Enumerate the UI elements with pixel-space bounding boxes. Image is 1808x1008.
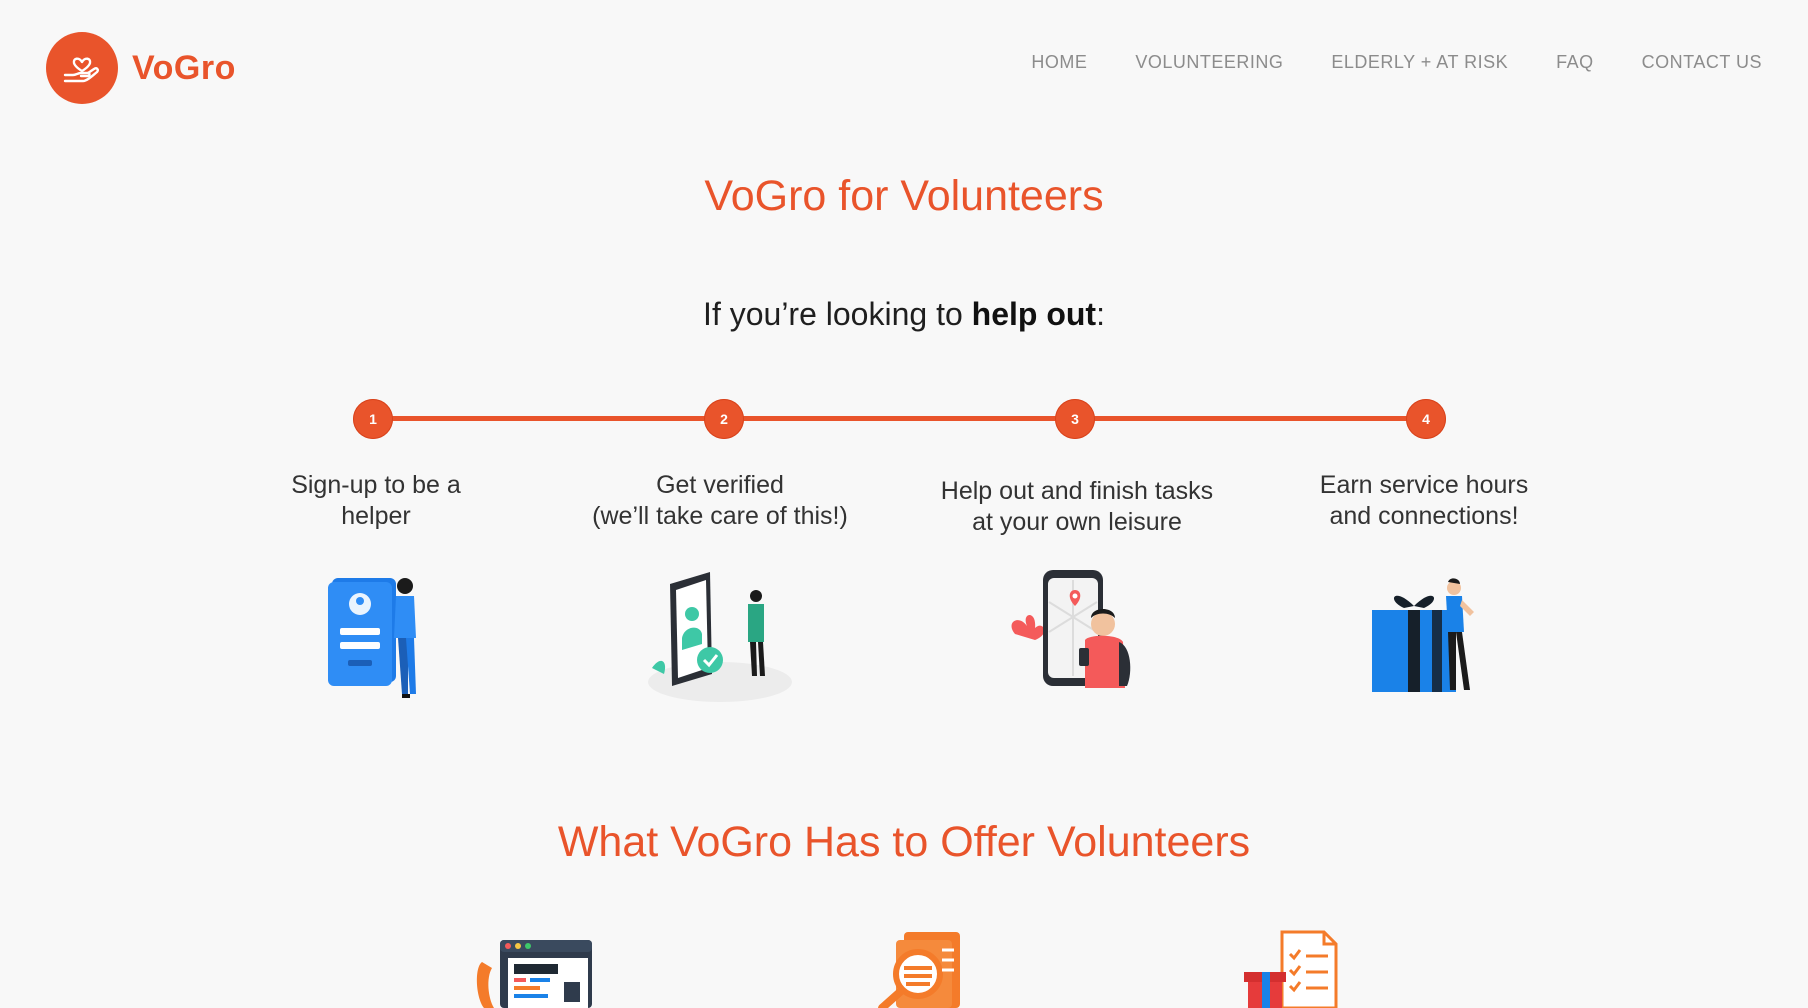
intro-suffix: : (1096, 296, 1105, 332)
step-4-badge: 4 (1406, 399, 1446, 439)
gift-illustration (1372, 578, 1474, 692)
verified-illustration (648, 572, 792, 702)
step-4-line1: Earn service hours (1319, 471, 1529, 499)
sign-up-illustration (328, 578, 416, 698)
intro-text: If you’re looking to help out: (0, 296, 1808, 333)
nav-home[interactable]: HOME (1031, 52, 1087, 73)
main-nav: HOME VOLUNTEERING ELDERLY + AT RISK FAQ … (1031, 52, 1762, 73)
intro-prefix: If you’re looking to (703, 296, 972, 332)
step-4-text: Earn service hours and connections! (1264, 470, 1584, 532)
magnifier-document-icon (878, 932, 960, 1008)
step-3-line2: at your own leisure (972, 508, 1182, 536)
step-1-line2: helper (341, 502, 411, 530)
step-2-line2: (we’ll take care of this!) (592, 502, 848, 530)
step-2-badge: 2 (704, 399, 744, 439)
step-3-line1: Help out and finish tasks (940, 477, 1214, 505)
timeline-line (373, 416, 1427, 421)
phone-dashboard-icon (476, 940, 592, 1008)
step-1-line1: Sign-up to be a (291, 471, 461, 499)
step-2-line1: Get verified (656, 471, 784, 499)
step-1-text: Sign-up to be a helper (216, 470, 536, 532)
step-1-badge: 1 (353, 399, 393, 439)
page: VoGro HOME VOLUNTEERING ELDERLY + AT RIS… (0, 0, 1808, 1008)
step-3-text: Help out and finish tasks at your own le… (917, 476, 1237, 538)
brand-name: VoGro (132, 48, 236, 87)
map-phone-illustration (1011, 570, 1131, 688)
page-title: VoGro for Volunteers (704, 172, 1104, 220)
step-2-text: Get verified (we’ll take care of this!) (560, 470, 880, 532)
offers-title: What VoGro Has to Offer Volunteers (557, 818, 1251, 866)
intro-bold: help out (971, 296, 1097, 332)
checklist-gift-icon (1244, 930, 1338, 1008)
step-3-badge: 3 (1055, 399, 1095, 439)
logo-link[interactable]: VoGro (46, 32, 236, 104)
nav-elderly-at-risk[interactable]: ELDERLY + AT RISK (1331, 52, 1508, 73)
nav-volunteering[interactable]: VOLUNTEERING (1135, 52, 1283, 73)
nav-faq[interactable]: FAQ (1556, 52, 1594, 73)
nav-contact-us[interactable]: CONTACT US (1642, 52, 1762, 73)
step-4-line2: and connections! (1329, 502, 1519, 530)
heart-in-hand-icon (46, 32, 118, 104)
